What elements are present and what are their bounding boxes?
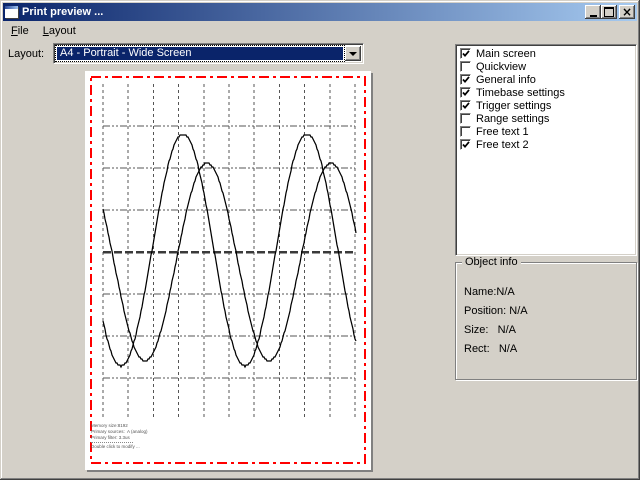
footer-text-line: Double click to modify ... (91, 444, 148, 450)
menu-file[interactable]: File (5, 23, 35, 39)
list-item-label: Timebase settings (472, 87, 565, 99)
general-info-block[interactable]: Memory size:8192Primary sources: A (anal… (91, 423, 148, 450)
list-item-label: Quickview (472, 61, 526, 73)
object-info-line: Size: N/A (464, 321, 528, 340)
list-item[interactable]: Free text 2 (459, 138, 636, 151)
list-item[interactable]: Range settings (459, 112, 636, 125)
object-info-title: Object info (462, 256, 521, 268)
window-title: Print preview ... (18, 6, 585, 18)
maximize-button[interactable] (601, 5, 617, 19)
menu-layout[interactable]: Layout (37, 23, 82, 39)
window-controls: × (585, 5, 635, 19)
footer-separator (91, 442, 133, 443)
list-item-label: Main screen (472, 48, 536, 60)
close-button[interactable]: × (619, 5, 635, 19)
footer-text-line: Primary filter: 3.3us (91, 435, 148, 441)
layout-selected-value[interactable]: A4 - Portrait - Wide Screen (57, 47, 343, 60)
checkbox-checked-icon[interactable] (460, 139, 471, 150)
list-item-label: Free text 2 (472, 139, 529, 151)
menu-bar: File Layout (3, 21, 637, 41)
minimize-icon (590, 15, 597, 17)
checkbox-unchecked-icon[interactable] (460, 113, 471, 124)
checkbox-unchecked-icon[interactable] (460, 126, 471, 137)
object-info-line: Position: N/A (464, 302, 528, 321)
object-info-group: Object info Name:N/APosition: N/ASize: N… (455, 262, 637, 380)
list-item[interactable]: Main screen (459, 47, 636, 60)
list-item[interactable]: General info (459, 73, 636, 86)
object-info-lines: Name:N/APosition: N/ASize: N/ARect: N/A (464, 283, 528, 359)
preview-page[interactable]: Memory size:8192Primary sources: A (anal… (85, 71, 371, 470)
checkbox-checked-icon[interactable] (460, 87, 471, 98)
list-item[interactable]: Timebase settings (459, 86, 636, 99)
list-item[interactable]: Trigger settings (459, 99, 636, 112)
layout-combobox[interactable]: A4 - Portrait - Wide Screen (53, 43, 364, 64)
print-preview-window: Print preview ... × File Layout Layout: … (0, 0, 640, 480)
object-info-line: Rect: N/A (464, 340, 528, 359)
close-icon: × (622, 7, 632, 17)
list-item-label: General info (472, 74, 536, 86)
minimize-button[interactable] (585, 5, 601, 19)
combobox-dropdown-button[interactable] (345, 46, 361, 61)
layout-label: Layout: (8, 48, 44, 60)
app-window-icon[interactable] (5, 6, 18, 18)
checkbox-checked-icon[interactable] (460, 48, 471, 59)
maximize-icon (604, 7, 614, 17)
object-info-line: Name:N/A (464, 283, 528, 302)
checkbox-checked-icon[interactable] (460, 74, 471, 85)
page-margin-outline (91, 77, 365, 463)
list-item-label: Trigger settings (472, 100, 551, 112)
chevron-down-icon (349, 52, 357, 60)
list-item[interactable]: Free text 1 (459, 125, 636, 138)
title-bar: Print preview ... × (3, 3, 637, 21)
list-item-label: Free text 1 (472, 126, 529, 138)
list-item-label: Range settings (472, 113, 549, 125)
checkbox-checked-icon[interactable] (460, 100, 471, 111)
print-options-list[interactable]: Main screenQuickviewGeneral infoTimebase… (455, 44, 637, 256)
list-item[interactable]: Quickview (459, 60, 636, 73)
preview-plot[interactable] (85, 71, 371, 470)
checkbox-unchecked-icon[interactable] (460, 61, 471, 72)
